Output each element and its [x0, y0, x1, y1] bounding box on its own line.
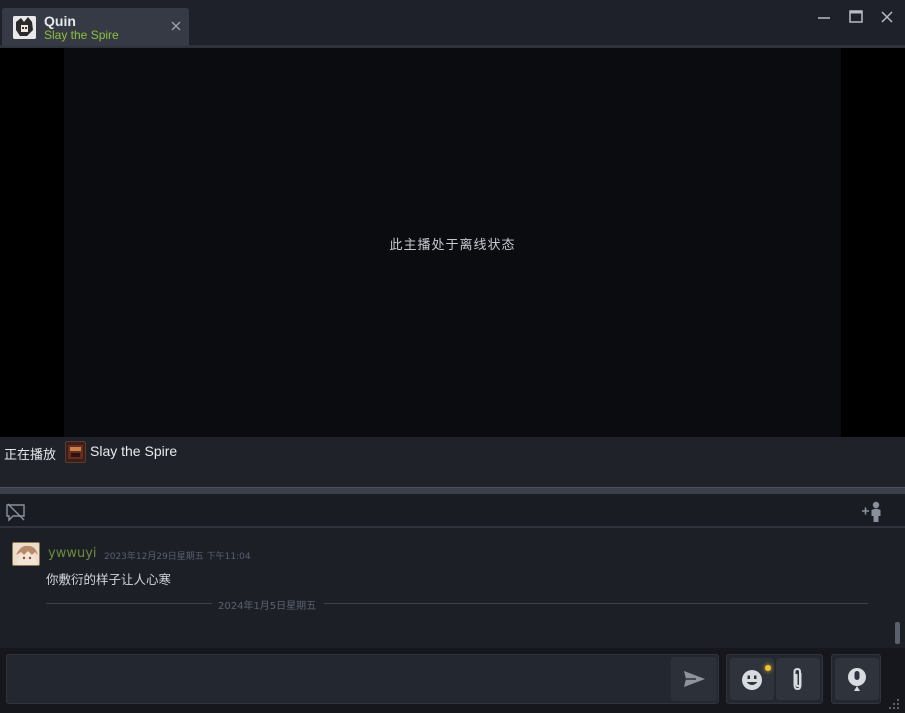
now-playing-game[interactable]: Slay the Spire: [90, 443, 177, 459]
minimize-icon[interactable]: [815, 8, 833, 26]
maximize-icon[interactable]: [847, 8, 865, 26]
scrollbar[interactable]: [895, 622, 900, 644]
video-player[interactable]: 此主播处于离线状态: [64, 48, 841, 437]
chat-log: ywwuyi 2023年12月29日星期五 下午11:04 你敷衍的样子让人心寒…: [0, 530, 905, 648]
send-button[interactable]: [671, 657, 717, 701]
add-person-icon[interactable]: [861, 499, 885, 523]
now-playing-bar: 正在播放 Slay the Spire: [0, 437, 905, 487]
paperclip-icon: [793, 667, 802, 691]
game-icon: [65, 441, 86, 463]
panel-resize-handle[interactable]: [0, 487, 905, 494]
avatar[interactable]: [12, 542, 40, 566]
attach-button[interactable]: [776, 658, 820, 700]
title-bar: Quin Slay the Spire: [0, 0, 905, 48]
date-separator-label: 2024年1月5日星期五: [218, 601, 317, 612]
message-timestamp: 2023年12月29日星期五 下午11:04: [104, 552, 251, 562]
offline-message: 此主播处于离线状态: [389, 238, 516, 253]
now-playing-label: 正在播放: [4, 448, 57, 463]
separator-line: [46, 603, 212, 604]
send-icon: [684, 671, 705, 687]
chat-toolbar: [0, 494, 905, 528]
chat-input-bar: [0, 648, 905, 713]
resize-grip-icon[interactable]: [887, 696, 901, 710]
chat-actions-group: [726, 654, 823, 704]
date-separator: 2024年1月5日星期五: [46, 596, 868, 612]
voice-group: [831, 654, 881, 704]
message-input[interactable]: [6, 654, 719, 704]
voice-button[interactable]: [835, 658, 879, 700]
microphone-icon: [848, 668, 866, 691]
separator-line: [324, 603, 868, 604]
emoji-button[interactable]: [730, 658, 774, 700]
broadcaster-game: Slay the Spire: [44, 28, 119, 42]
broadcaster-name: Quin: [44, 13, 76, 29]
broadcast-tab[interactable]: Quin Slay the Spire: [2, 8, 189, 46]
message-author[interactable]: ywwuyi: [48, 546, 97, 561]
broadcaster-avatar: [13, 16, 36, 39]
message-text: 你敷衍的样子让人心寒: [46, 572, 172, 587]
video-container: 此主播处于离线状态: [0, 48, 905, 437]
close-icon[interactable]: [169, 18, 183, 32]
notification-dot: [765, 665, 771, 671]
window-close-icon[interactable]: [878, 8, 896, 26]
chat-toggle-icon[interactable]: [5, 502, 27, 522]
